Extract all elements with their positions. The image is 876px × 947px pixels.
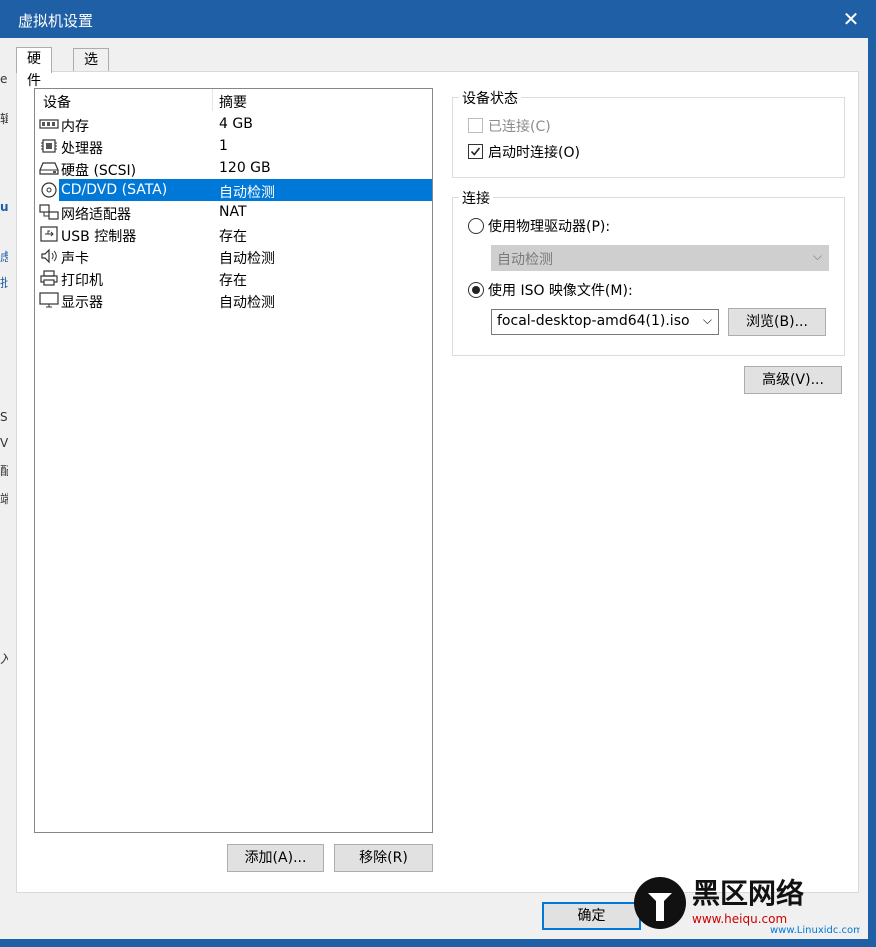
checkmark-icon <box>470 147 481 156</box>
device-row-cd-dvd[interactable]: CD/DVD (SATA) 自动检测 <box>35 179 432 201</box>
column-header-summary[interactable]: 摘要 <box>219 92 247 112</box>
device-row-memory[interactable]: 内存 4 GB <box>35 113 432 135</box>
device-summary: 自动检测 <box>219 295 275 311</box>
device-summary-cell: 4 GB <box>212 113 432 135</box>
device-row-hard-disk[interactable]: 硬盘 (SCSI) 120 GB <box>35 157 432 179</box>
device-name: 网络适配器 <box>61 207 131 223</box>
device-name-cell: 硬盘 (SCSI) <box>59 157 212 179</box>
dialog-client-area: 硬件 选项 设备 摘要 内存 4 GB <box>8 38 868 939</box>
device-summary: 自动检测 <box>219 251 275 267</box>
device-summary: 自动检测 <box>219 185 275 201</box>
column-divider[interactable] <box>212 89 213 111</box>
close-icon[interactable]: ✕ <box>838 6 864 32</box>
advanced-button[interactable]: 高级(V)... <box>744 366 842 394</box>
window-title: 虚拟机设置 <box>18 12 94 30</box>
cd-dvd-icon <box>41 182 57 198</box>
device-status-group: 设备状态 已连接(C) 启动时连接(O) <box>452 88 845 178</box>
device-summary: 120 GB <box>219 160 271 176</box>
usb-icon <box>40 226 58 242</box>
display-icon <box>39 292 59 308</box>
radio-selected-dot <box>472 286 480 294</box>
connected-label: 已连接(C) <box>488 119 551 135</box>
title-bar: 虚拟机设置 ✕ <box>0 0 876 38</box>
physical-drive-select[interactable]: 自动检测 ⌵ <box>491 245 829 271</box>
device-name: 内存 <box>61 119 89 135</box>
ok-button[interactable]: 确定 <box>542 902 641 930</box>
device-name-cell: 打印机 <box>59 267 212 289</box>
device-list[interactable]: 设备 摘要 内存 4 GB 处理器 1 硬盘 (SCSI) 120 GB CD/… <box>34 88 433 833</box>
watermark-brand-text: 黑区网络 <box>692 877 804 910</box>
add-device-button[interactable]: 添加(A)... <box>227 844 324 872</box>
watermark-url-text: www.heiqu.com <box>692 912 787 926</box>
device-name-cell: USB 控制器 <box>59 223 212 245</box>
hardware-tab-panel: 设备 摘要 内存 4 GB 处理器 1 硬盘 (SCSI) 120 GB CD/… <box>16 71 859 893</box>
iso-image-radio[interactable] <box>468 282 484 298</box>
device-row-processor[interactable]: 处理器 1 <box>35 135 432 157</box>
device-row-printer[interactable]: 打印机 存在 <box>35 267 432 289</box>
device-row-network-adapter[interactable]: 网络适配器 NAT <box>35 201 432 223</box>
tab-hardware[interactable]: 硬件 <box>16 47 52 89</box>
connected-checkbox[interactable] <box>468 118 483 133</box>
connection-title: 连接 <box>459 188 493 208</box>
device-summary-cell: 存在 <box>212 267 432 289</box>
device-summary: 存在 <box>219 273 247 289</box>
physical-drive-label: 使用物理驱动器(P): <box>488 219 611 235</box>
device-name: 声卡 <box>61 251 89 267</box>
remove-device-button[interactable]: 移除(R) <box>334 844 433 872</box>
device-list-header: 设备 摘要 <box>35 89 432 111</box>
watermark-logo: 黑区网络 www.heiqu.com www.Linuxidc.com <box>634 877 860 935</box>
connect-at-power-on-checkbox[interactable] <box>468 144 483 159</box>
physical-drive-value: 自动检测 <box>497 252 553 268</box>
iso-file-value: focal-desktop-amd64(1).iso <box>497 313 690 329</box>
processor-icon <box>41 139 57 153</box>
device-summary: 4 GB <box>219 116 253 132</box>
column-header-device[interactable]: 设备 <box>43 92 71 112</box>
connect-at-power-on-label: 启动时连接(O) <box>488 145 580 161</box>
device-summary-cell: 存在 <box>212 223 432 245</box>
device-summary-cell: 自动检测 <box>212 289 432 311</box>
device-name: 显示器 <box>61 295 103 311</box>
device-status-title: 设备状态 <box>459 88 521 108</box>
browse-button[interactable]: 浏览(B)... <box>728 308 826 336</box>
tab-options[interactable]: 选项 <box>73 48 109 90</box>
device-name: 硬盘 (SCSI) <box>61 163 137 179</box>
device-name-cell: CD/DVD (SATA) <box>59 179 212 201</box>
device-name: 打印机 <box>61 273 103 289</box>
chevron-down-icon: ⌵ <box>812 249 822 263</box>
device-name-cell: 内存 <box>59 113 212 135</box>
device-summary: NAT <box>219 204 247 220</box>
device-row-display[interactable]: 显示器 自动检测 <box>35 289 432 311</box>
memory-icon <box>39 119 59 129</box>
physical-drive-radio[interactable] <box>468 218 484 234</box>
device-summary-cell: 自动检测 <box>212 179 432 201</box>
network-adapter-icon <box>39 204 59 220</box>
printer-icon <box>40 270 58 286</box>
device-name-cell: 声卡 <box>59 245 212 267</box>
device-summary: 存在 <box>219 229 247 245</box>
device-name: 处理器 <box>61 141 103 157</box>
connection-group: 连接 使用物理驱动器(P): 自动检测 ⌵ 使用 ISO 映像文件(M): fo… <box>452 188 845 356</box>
device-summary-cell: 自动检测 <box>212 245 432 267</box>
iso-file-select[interactable]: focal-desktop-amd64(1).iso ⌵ <box>491 309 719 335</box>
device-summary: 1 <box>219 138 228 154</box>
device-row-sound-card[interactable]: 声卡 自动检测 <box>35 245 432 267</box>
device-summary-cell: NAT <box>212 201 432 223</box>
device-name: CD/DVD (SATA) <box>61 182 168 198</box>
chevron-down-icon: ⌵ <box>702 313 712 327</box>
watermark-secondary-text: www.Linuxidc.com <box>770 925 860 935</box>
device-summary-cell: 120 GB <box>212 157 432 179</box>
device-name-cell: 处理器 <box>59 135 212 157</box>
background-window-edge: e0 辑 u 虑 批 SO VD 配 端 入 <box>0 38 17 939</box>
device-row-usb-controller[interactable]: USB 控制器 存在 <box>35 223 432 245</box>
device-name-cell: 显示器 <box>59 289 212 311</box>
device-name-cell: 网络适配器 <box>59 201 212 223</box>
sound-card-icon <box>41 248 57 264</box>
hard-disk-icon <box>39 162 59 175</box>
iso-image-label: 使用 ISO 映像文件(M): <box>488 283 633 299</box>
device-name: USB 控制器 <box>61 229 137 245</box>
device-summary-cell: 1 <box>212 135 432 157</box>
